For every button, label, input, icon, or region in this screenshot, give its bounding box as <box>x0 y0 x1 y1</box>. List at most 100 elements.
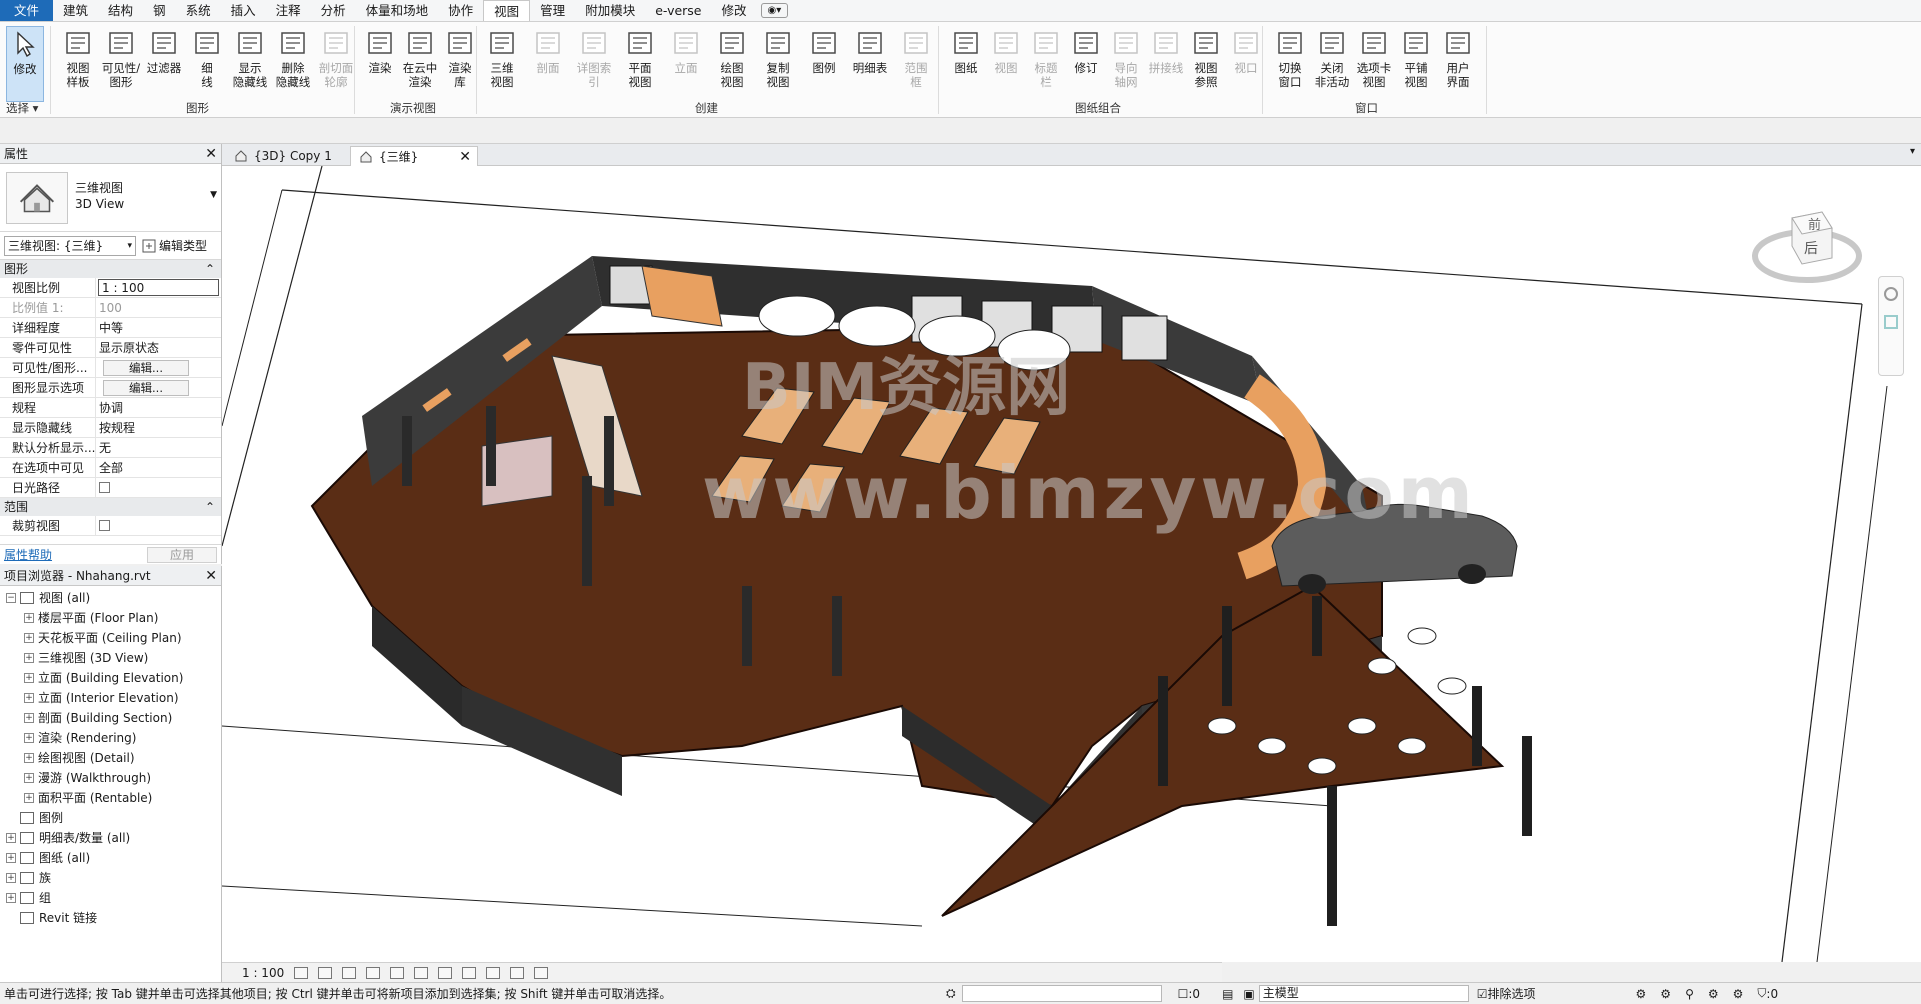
create-button-3[interactable]: 平面 视图 <box>618 26 662 102</box>
close-icon[interactable]: ✕ <box>205 568 217 584</box>
menu-tab-8[interactable]: 体量和场地 <box>356 0 439 21</box>
browser-item[interactable]: + 渲染 (Rendering) <box>0 728 221 748</box>
crop-view-checkbox[interactable] <box>99 520 110 531</box>
property-value[interactable]: 1 : 100 <box>98 279 219 296</box>
menu-tab-5[interactable]: 插入 <box>221 0 266 21</box>
expand-icon[interactable]: + <box>24 653 34 663</box>
windows-button-0[interactable]: 切换 窗口 <box>1268 26 1312 102</box>
editable-only-icon[interactable]: ☐ <box>1178 987 1189 1001</box>
browser-item[interactable]: + 三维视图 (3D View) <box>0 648 221 668</box>
expand-icon[interactable]: + <box>6 873 16 883</box>
expand-icon[interactable]: + <box>24 793 34 803</box>
sheet-button-4[interactable]: 导向 轴网 <box>1104 26 1148 102</box>
browser-item[interactable]: + 漫游 (Walkthrough) <box>0 768 221 788</box>
section-extents[interactable]: 范围 ⌃ <box>0 498 221 516</box>
show-crop-icon[interactable] <box>438 966 453 979</box>
expand-icon[interactable]: + <box>24 713 34 723</box>
shadows-icon[interactable] <box>366 966 381 979</box>
select-dropdown[interactable]: 选择 ▾ <box>6 100 38 116</box>
expand-icon[interactable]: + <box>24 613 34 623</box>
filter-icon[interactable]: ⛉ <box>1757 986 1766 1001</box>
expand-icon[interactable]: + <box>24 753 34 763</box>
property-value[interactable]: 协调 <box>96 398 221 417</box>
expand-icon[interactable]: + <box>24 673 34 683</box>
3d-viewport[interactable]: BIM资源网 www.bimzyw.com 前 后 <box>222 166 1921 962</box>
browser-item[interactable]: − 视图 (all) <box>0 588 221 608</box>
edit-type-button[interactable]: 编辑类型 <box>142 237 207 254</box>
create-button-2[interactable]: 详图索引 <box>572 26 616 102</box>
zoom-region-icon[interactable] <box>1884 315 1898 329</box>
tab-3d-copy-1[interactable]: {3D} Copy 1 <box>226 146 334 166</box>
browser-item[interactable]: + 面积平面 (Rentable) <box>0 788 221 808</box>
sheet-button-3[interactable]: 修订 <box>1064 26 1108 102</box>
ribbon-toggle-button[interactable]: ◉▾ <box>760 3 789 18</box>
tab-3d-main[interactable]: {三维} ✕ <box>350 146 478 166</box>
create-button-0[interactable]: 三维 视图 <box>480 26 524 102</box>
type-selector[interactable]: 三维视图 3D View ▼ <box>0 164 221 232</box>
create-button-8[interactable]: 明细表 <box>848 26 892 102</box>
windows-button-3[interactable]: 平铺 视图 <box>1394 26 1438 102</box>
create-button-5[interactable]: 绘图 视图 <box>710 26 754 102</box>
design-option-icon[interactable]: ▤ <box>1222 987 1233 1001</box>
graphics-button-6[interactable]: 剖切面 轮廓 <box>314 26 358 102</box>
sheet-button-2[interactable]: 标题 栏 <box>1024 26 1068 102</box>
instance-selector[interactable]: 三维视图: {三维} ▾ <box>4 235 136 256</box>
property-value[interactable]: 编辑... <box>96 378 221 397</box>
edit-button[interactable]: 编辑... <box>103 380 189 396</box>
menu-tab-0[interactable]: 文件 <box>0 0 54 21</box>
sheet-button-6[interactable]: 视图 参照 <box>1184 26 1228 102</box>
select-pinned-icon[interactable]: ⚲ <box>1685 987 1694 1001</box>
close-icon[interactable]: ✕ <box>205 146 217 162</box>
select-underlay-icon[interactable]: ⚙ <box>1660 987 1671 1001</box>
browser-item[interactable]: + 族 <box>0 868 221 888</box>
expand-icon[interactable]: + <box>6 853 16 863</box>
create-button-7[interactable]: 图例 <box>802 26 846 102</box>
drag-elements-icon[interactable]: ⚙ <box>1733 987 1744 1001</box>
exclude-options-checkbox[interactable]: ☑ <box>1477 987 1488 1001</box>
browser-item[interactable]: Revit 链接 <box>0 908 221 928</box>
detail-level-icon[interactable] <box>294 966 309 979</box>
property-value[interactable]: 无 <box>96 438 221 457</box>
design-options-field[interactable]: 主模型 <box>1258 985 1469 1002</box>
property-value[interactable]: 编辑... <box>96 358 221 377</box>
expand-icon[interactable]: + <box>6 893 16 903</box>
windows-button-4[interactable]: 用户 界面 <box>1436 26 1480 102</box>
create-button-4[interactable]: 立面 <box>664 26 708 102</box>
collapse-icon[interactable]: − <box>6 593 16 603</box>
modify-button[interactable]: 修改 <box>6 26 44 102</box>
analytical-model-icon[interactable] <box>534 966 549 979</box>
sheet-button-5[interactable]: 拼接线 <box>1144 26 1188 102</box>
menu-tab-9[interactable]: 协作 <box>438 0 483 21</box>
workset-icon[interactable]: ⛭ <box>946 986 956 1001</box>
property-value[interactable]: 全部 <box>96 458 221 477</box>
edit-button[interactable]: 编辑... <box>103 360 189 376</box>
sheet-button-1[interactable]: 视图 <box>984 26 1028 102</box>
properties-help-link[interactable]: 属性帮助 <box>4 546 52 563</box>
create-button-1[interactable]: 剖面 <box>526 26 570 102</box>
menu-tab-10[interactable]: 视图 <box>483 0 531 21</box>
browser-item[interactable]: + 立面 (Building Elevation) <box>0 668 221 688</box>
steering-wheel-icon[interactable] <box>1884 287 1898 301</box>
expand-icon[interactable]: + <box>24 693 34 703</box>
render-icon[interactable] <box>390 966 405 979</box>
property-value[interactable]: 中等 <box>96 318 221 337</box>
property-value[interactable]: 显示原状态 <box>96 338 221 357</box>
temporary-hide-icon[interactable] <box>486 966 501 979</box>
create-button-6[interactable]: 复制 视图 <box>756 26 800 102</box>
browser-item[interactable]: + 楼层平面 (Floor Plan) <box>0 608 221 628</box>
graphics-button-5[interactable]: 删除 隐藏线 <box>271 26 315 102</box>
expand-icon[interactable]: + <box>24 733 34 743</box>
browser-item[interactable]: + 图纸 (all) <box>0 848 221 868</box>
windows-button-2[interactable]: 选项卡 视图 <box>1352 26 1396 102</box>
menu-tab-11[interactable]: 管理 <box>530 0 575 21</box>
sheet-button-0[interactable]: 图纸 <box>944 26 988 102</box>
menu-tab-12[interactable]: 附加模块 <box>575 0 645 21</box>
browser-item[interactable]: 图例 <box>0 808 221 828</box>
browser-item[interactable]: + 天花板平面 (Ceiling Plan) <box>0 628 221 648</box>
browser-item[interactable]: + 立面 (Interior Elevation) <box>0 688 221 708</box>
visual-style-icon[interactable] <box>318 966 333 979</box>
checkbox[interactable] <box>99 482 110 493</box>
sun-path-icon[interactable] <box>342 966 357 979</box>
tab-menu-icon[interactable]: ▾ <box>1910 146 1915 157</box>
property-value[interactable]: 按规程 <box>96 418 221 437</box>
